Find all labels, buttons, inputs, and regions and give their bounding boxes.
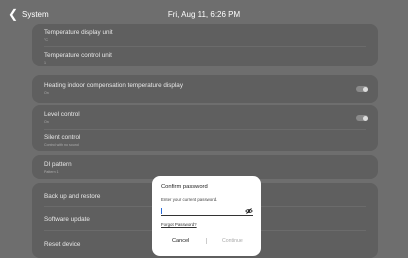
- temperature-control-unit-row[interactable]: Temperature control unit 1: [44, 52, 366, 65]
- password-field[interactable]: [161, 207, 253, 216]
- level-control-toggle[interactable]: [356, 115, 368, 121]
- row-value: 1: [44, 60, 46, 65]
- divider: [44, 46, 366, 47]
- eye-off-icon[interactable]: [245, 207, 253, 215]
- row-title: Temperature display unit: [44, 29, 113, 36]
- row-title: Silent control: [44, 134, 81, 141]
- row-value: Control with no sound: [44, 142, 79, 147]
- level-control-row[interactable]: Level control On: [44, 111, 366, 124]
- button-divider: [206, 238, 207, 244]
- row-title: DI pattern: [44, 161, 72, 168]
- confirm-password-dialog: Confirm password Enter your current pass…: [152, 176, 261, 256]
- row-title: Level control: [44, 111, 80, 118]
- heating-compensation-toggle[interactable]: [356, 86, 368, 92]
- text-cursor: [161, 208, 162, 214]
- row-title: Heating indoor compensation temperature …: [44, 82, 183, 89]
- cancel-button[interactable]: Cancel: [172, 238, 189, 244]
- di-pattern-row[interactable]: DI pattern Pattern 1: [44, 161, 366, 174]
- row-value: On: [44, 90, 49, 95]
- row-title: Temperature control unit: [44, 52, 112, 59]
- heating-compensation-card: Heating indoor compensation temperature …: [32, 75, 378, 103]
- heating-compensation-row[interactable]: Heating indoor compensation temperature …: [44, 82, 366, 95]
- row-value: On: [44, 119, 49, 124]
- divider: [44, 129, 366, 130]
- temperature-units-card: Temperature display unit °C Temperature …: [32, 24, 378, 66]
- continue-button[interactable]: Continue: [222, 238, 243, 244]
- dialog-prompt: Enter your current password.: [161, 197, 218, 202]
- control-card: Level control On Silent control Control …: [32, 105, 378, 151]
- dialog-title: Confirm password: [161, 184, 208, 190]
- silent-control-row[interactable]: Silent control Control with no sound: [44, 134, 366, 147]
- forgot-password-link[interactable]: Forgot Password?: [161, 222, 197, 227]
- row-value: °C: [44, 37, 49, 42]
- row-value: Pattern 1: [44, 169, 59, 174]
- status-datetime: Fri, Aug 11, 6:26 PM: [167, 10, 241, 19]
- temperature-display-unit-row[interactable]: Temperature display unit °C: [44, 29, 366, 42]
